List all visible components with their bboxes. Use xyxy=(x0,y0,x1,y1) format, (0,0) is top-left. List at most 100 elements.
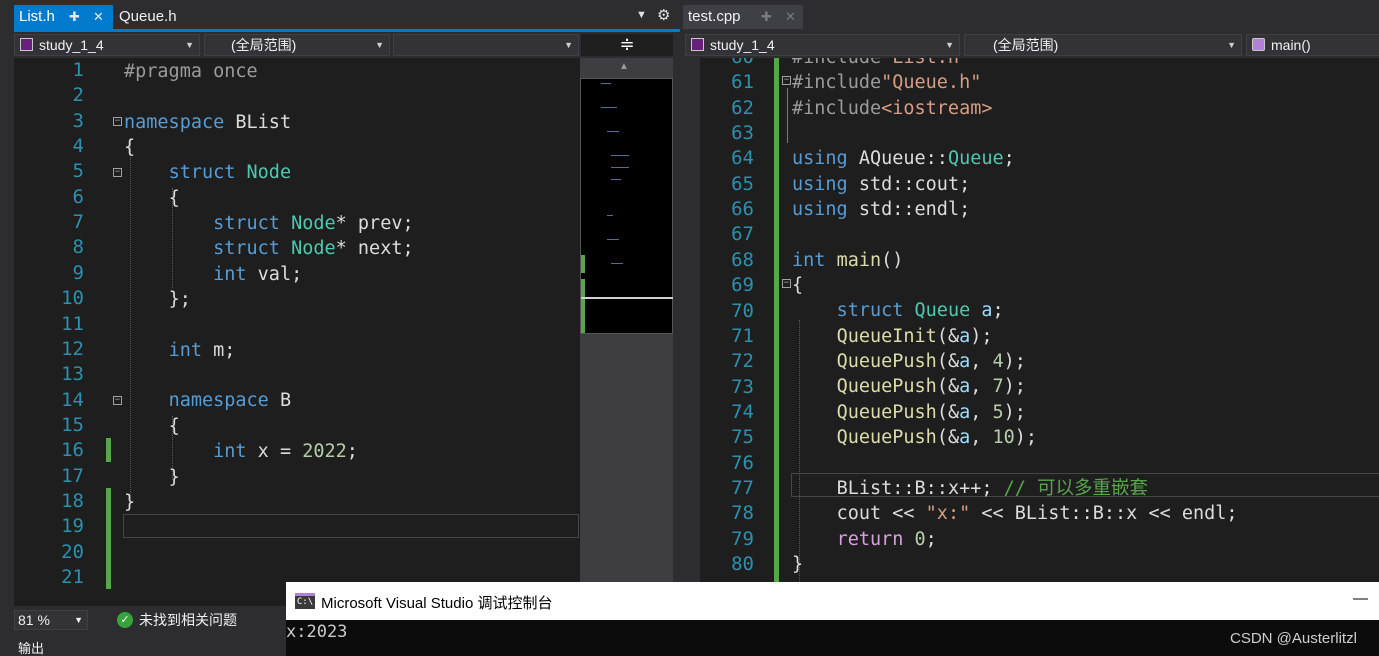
line-number: 71 xyxy=(731,324,754,347)
minimap-preview xyxy=(580,78,674,334)
line-number: 2 xyxy=(72,84,84,107)
project-name: study_1_4 xyxy=(710,37,775,53)
scope-name: (全局范围) xyxy=(231,37,297,53)
line-number: 75 xyxy=(731,426,754,449)
pane-divider[interactable] xyxy=(673,32,683,656)
change-marker xyxy=(774,58,779,582)
left-edge-strip xyxy=(683,58,700,582)
tab-test-cpp[interactable]: test.cpp ✚ ✕ xyxy=(683,5,803,29)
line-number: 12 xyxy=(61,337,84,360)
member-dropdown[interactable]: ▼ xyxy=(393,34,579,56)
line-number: 62 xyxy=(731,96,754,119)
line-number: 65 xyxy=(731,172,754,195)
fold-toggle[interactable]: − xyxy=(782,279,791,288)
console-output[interactable]: x:2023 CSDN @Austerlitzl xyxy=(286,620,1379,656)
fold-toggle[interactable]: − xyxy=(113,117,122,126)
line-number: 73 xyxy=(731,375,754,398)
split-icon[interactable]: ≑ xyxy=(581,34,673,56)
project-icon xyxy=(691,38,704,51)
line-number: 6 xyxy=(72,185,84,208)
line-number: 70 xyxy=(731,299,754,322)
scope-dropdown[interactable]: (全局范围) ▼ xyxy=(964,34,1242,56)
project-icon xyxy=(20,38,33,51)
zoom-value: 81 % xyxy=(18,612,50,628)
line-number: 64 xyxy=(731,147,754,170)
line-number: 76 xyxy=(731,451,754,474)
line-number: 21 xyxy=(61,566,84,588)
check-icon: ✓ xyxy=(117,612,133,628)
line-number: 77 xyxy=(731,476,754,499)
line-number: 61 xyxy=(731,71,754,94)
tab-list-h[interactable]: List.h ✚ ✕ xyxy=(14,5,113,29)
line-number: 74 xyxy=(731,400,754,423)
tab-overflow-dropdown-icon[interactable]: ▼ xyxy=(636,9,647,21)
right-code-text: #include"List.h" #include"Queue.h" #incl… xyxy=(792,58,1238,575)
console-icon: C:\ xyxy=(295,593,315,609)
minimize-button[interactable]: — xyxy=(1353,590,1368,607)
project-dropdown[interactable]: study_1_4 ▼ xyxy=(685,34,960,56)
close-icon[interactable]: ✕ xyxy=(785,5,796,29)
gear-icon[interactable]: ⚙ xyxy=(657,6,670,24)
dropdown-icon: ▼ xyxy=(185,40,194,50)
left-status-bar: 81 % ▼ ✓ 未找到相关问题 xyxy=(14,606,286,634)
line-number: 14 xyxy=(61,388,84,411)
console-output-text: x:2023 xyxy=(286,622,348,642)
pin-icon[interactable]: ✚ xyxy=(69,5,80,29)
scroll-up-icon[interactable]: ▲ xyxy=(619,61,629,72)
change-marker xyxy=(106,438,111,462)
line-number: 66 xyxy=(731,198,754,221)
left-line-numbers: 1 2 3 4 5 6 7 8 9 10 11 12 13 14 15 16 17 18 19 20 21 xyxy=(14,58,86,606)
line-number: 15 xyxy=(61,413,84,436)
fold-toggle[interactable]: − xyxy=(113,396,122,405)
fold-toggle[interactable]: − xyxy=(113,168,122,177)
dropdown-icon: ▼ xyxy=(1227,40,1236,50)
line-number: 67 xyxy=(731,223,754,246)
console-title: Microsoft Visual Studio 调试控制台 xyxy=(321,595,553,612)
left-code-editor[interactable]: 1 2 3 4 5 6 7 8 9 10 11 12 13 14 15 16 17 18 19 20 21 − − − … xyxy=(14,58,580,606)
tab-label: test.cpp xyxy=(688,8,741,25)
console-title-bar[interactable]: C:\ Microsoft Visual Studio 调试控制台 — xyxy=(286,582,1379,620)
watermark: CSDN @Austerlitzl xyxy=(1230,630,1357,647)
right-tab-strip: test.cpp ✚ ✕ xyxy=(680,0,1379,32)
line-number: 11 xyxy=(61,312,84,335)
tab-label: Queue.h xyxy=(119,8,177,25)
line-number: 80 xyxy=(731,553,754,575)
line-number: 13 xyxy=(61,363,84,386)
line-number: 18 xyxy=(61,489,84,512)
indent-guide xyxy=(787,88,788,143)
tab-queue-h[interactable]: Queue.h xyxy=(114,5,234,29)
dropdown-icon: ▼ xyxy=(945,40,954,50)
pin-icon[interactable]: ✚ xyxy=(761,5,772,29)
line-number: 16 xyxy=(61,439,84,462)
tab-label: List.h xyxy=(19,8,55,25)
line-number: 20 xyxy=(61,540,84,563)
minimap-viewport[interactable] xyxy=(581,297,674,299)
line-number: 63 xyxy=(731,122,754,145)
line-number: 17 xyxy=(61,464,84,487)
output-label: 输出 xyxy=(18,641,45,656)
project-name: study_1_4 xyxy=(39,37,104,53)
right-code-editor[interactable]: 606162 636465 666768 697071 727374 757677 7879… xyxy=(683,58,1379,582)
line-number: 19 xyxy=(61,515,84,538)
zoom-dropdown[interactable]: 81 % ▼ xyxy=(14,610,88,630)
member-dropdown[interactable]: main() xyxy=(1246,34,1379,56)
issues-text: 未找到相关问题 xyxy=(139,612,237,628)
scope-dropdown[interactable]: (全局范围) ▼ xyxy=(204,34,390,56)
scope-name: (全局范围) xyxy=(993,37,1059,53)
output-panel-tab[interactable]: 输出 xyxy=(14,634,286,656)
change-marker xyxy=(106,488,111,589)
left-tool-strip xyxy=(0,58,14,656)
member-name: main() xyxy=(1271,37,1311,53)
left-tab-strip: List.h ✚ ✕ Queue.h ▼ ⚙ xyxy=(0,0,680,32)
line-number: 9 xyxy=(72,261,84,284)
line-number: 79 xyxy=(731,527,754,550)
left-navigation-bar: study_1_4 ▼ (全局范围) ▼ ▼ ≑ xyxy=(0,32,680,58)
line-number: 10 xyxy=(61,287,84,310)
close-icon[interactable]: ✕ xyxy=(93,5,104,29)
minimap-scrollbar[interactable]: ▲ xyxy=(580,58,674,606)
project-dropdown[interactable]: study_1_4 ▼ xyxy=(14,34,200,56)
fold-toggle[interactable]: − xyxy=(782,76,791,85)
line-number: 5 xyxy=(72,160,84,183)
line-number: 7 xyxy=(72,211,84,234)
right-navigation-bar: study_1_4 ▼ (全局范围) ▼ main() xyxy=(683,32,1379,58)
